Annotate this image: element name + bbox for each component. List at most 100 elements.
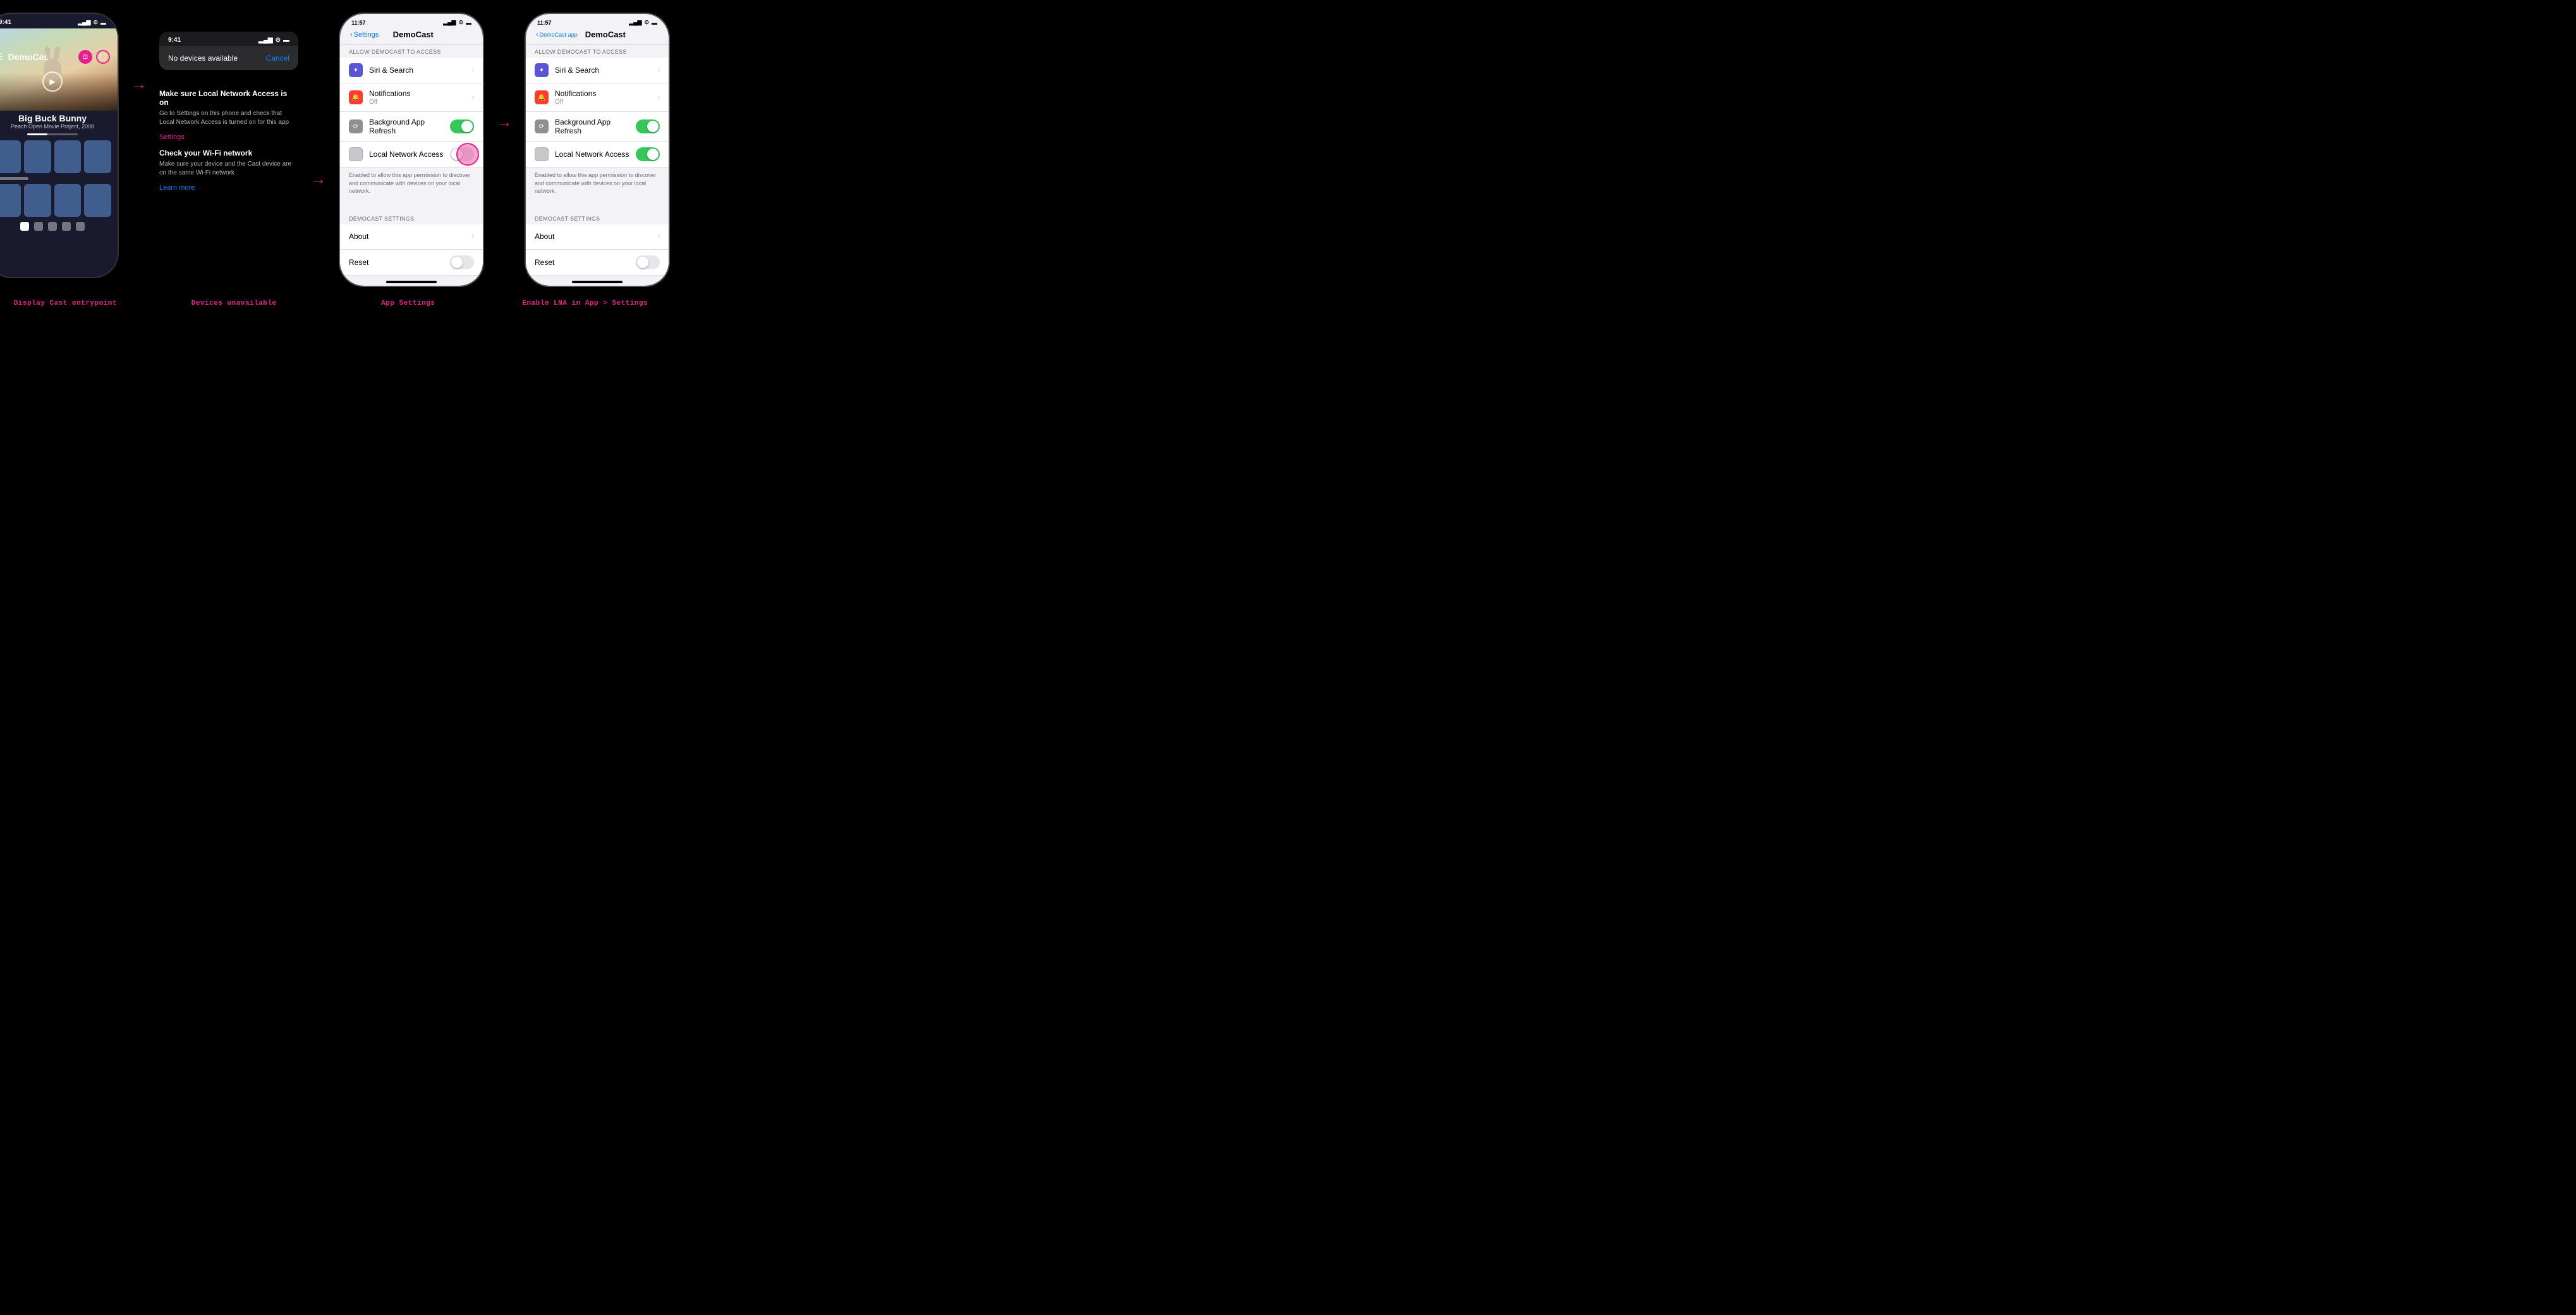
phone4-bgrefresh-text: Background App Refresh — [555, 118, 636, 135]
progress-fill — [27, 133, 47, 135]
phone3-row-siri[interactable]: ✦ Siri & Search › — [340, 58, 483, 83]
settings-link[interactable]: Settings — [159, 133, 185, 141]
phone4-notif-text: Notifications Off — [555, 89, 657, 106]
phone3-bgrefresh-label: Background App Refresh — [369, 118, 450, 135]
arrow-2: → — [311, 13, 326, 188]
phone4-lna-text: Local Network Access — [555, 150, 636, 159]
phone4-lna-toggle[interactable] — [636, 147, 660, 161]
section-bar-1 — [0, 177, 28, 180]
phone3-reset-toggle[interactable] — [450, 255, 474, 269]
dialog-time: 9:41 — [168, 37, 181, 44]
phone3-notif-chevron: › — [471, 94, 474, 101]
phone-4-settings: 11:57 ▂▄▆ ⊙ ▬ ‹ DemoCast app DemoCast AL… — [525, 13, 670, 287]
phone3-bgrefresh-thumb — [461, 121, 473, 132]
phone4-bgrefresh-label: Background App Refresh — [555, 118, 636, 135]
phone4-back-button[interactable]: ‹ DemoCast app — [536, 31, 578, 39]
phone4-siri-label: Siri & Search — [555, 66, 657, 75]
thumb-3[interactable] — [54, 140, 82, 173]
thumb-6[interactable] — [24, 184, 51, 217]
phone3-nav-title: DemoCast — [393, 30, 434, 39]
phone4-reset-toggle[interactable] — [636, 255, 660, 269]
instruction-body-2: Make sure your device and the Cast devic… — [159, 160, 298, 178]
learn-more-link[interactable]: Learn more — [159, 184, 195, 192]
phone3-bgrefresh-icon: ⟳ — [349, 119, 363, 133]
label-phone3: App Settings — [343, 300, 473, 307]
phone1-status-icons: ▂▄▆ ⊙ ▬ — [78, 19, 106, 26]
phone4-home-bar — [572, 281, 623, 283]
phone4-about-text: About — [535, 232, 657, 241]
phone3-row-about[interactable]: About › — [340, 224, 483, 250]
dot-4 — [62, 222, 71, 231]
phone4-reset-label: Reset — [535, 258, 636, 267]
phone3-siri-icon: ✦ — [349, 63, 363, 77]
phone1-hero-image: ▶ — [0, 28, 118, 111]
phone1-wifi: ⊙ — [93, 19, 98, 26]
dialog-wifi: ⊙ — [276, 37, 281, 44]
label-phone1-text: Display Cast entrypoint — [6, 300, 125, 307]
phone3-allow-section-header: ALLOW DEMOCAST TO ACCESS — [340, 45, 483, 58]
phone4-siri-chevron: › — [657, 66, 660, 74]
cancel-button[interactable]: Cancel — [266, 54, 289, 63]
phone4-siri-icon: ✦ — [535, 63, 549, 77]
phone3-battery: ▬ — [466, 20, 471, 26]
phone3-about-text: About — [349, 232, 471, 241]
phone3-bgrefresh-text: Background App Refresh — [369, 118, 450, 135]
thumb-row-1 — [0, 140, 111, 173]
cast-icon[interactable]: ⊡ — [78, 50, 92, 64]
phone3-lna-toggle[interactable] — [450, 147, 474, 161]
phone3-row-reset[interactable]: Reset — [340, 250, 483, 276]
phone3-section-gap — [340, 199, 483, 212]
labels-row: Display Cast entrypoint Devices unavaila… — [6, 300, 650, 307]
hamburger-icon[interactable]: ☰ — [0, 52, 3, 63]
play-button[interactable]: ▶ — [42, 71, 63, 92]
phone4-battery: ▬ — [652, 20, 657, 26]
phone4-nav: ‹ DemoCast app DemoCast — [526, 28, 669, 45]
phone4-back-chevron: ‹ — [536, 31, 538, 39]
phone4-row-about[interactable]: About › — [526, 224, 669, 250]
phone4-row-siri[interactable]: ✦ Siri & Search › — [526, 58, 669, 83]
phone4-row-bgrefresh[interactable]: ⟳ Background App Refresh — [526, 112, 669, 142]
phone4-siri-text: Siri & Search — [555, 66, 657, 75]
thumb-5[interactable] — [0, 184, 21, 217]
thumb-7[interactable] — [54, 184, 82, 217]
phone4-back-label: DemoCast app — [540, 32, 578, 38]
phone3-siri-chevron: › — [471, 66, 474, 74]
dialog-battery: ▬ — [283, 37, 289, 44]
phone1-status-bar: 9:41 ▂▄▆ ⊙ ▬ — [0, 14, 118, 28]
phone3-lna-toggle-wrapper — [450, 147, 474, 161]
phone4-reset-thumb — [637, 257, 648, 268]
phone3-back-button[interactable]: ‹ Settings — [350, 31, 379, 39]
phone-1-democast: 9:41 ▂▄▆ ⊙ ▬ ▶ — [0, 13, 119, 278]
phone3-status-icons: ▂▄▆ ⊙ ▬ — [443, 19, 471, 26]
phone4-signal: ▂▄▆ — [629, 19, 641, 26]
dot-nav — [0, 222, 111, 231]
phone1-content: Big Buck Bunny Peach Open Movie Project,… — [0, 113, 118, 236]
no-devices-dialog: 9:41 ▂▄▆ ⊙ ▬ No devices available Cancel — [159, 32, 298, 70]
phone3-row-bgrefresh[interactable]: ⟳ Background App Refresh — [340, 112, 483, 142]
phone-2-area: 9:41 ▂▄▆ ⊙ ▬ No devices available Cancel… — [159, 13, 298, 199]
arrow-3-icon: → — [497, 114, 512, 132]
no-devices-text: No devices available — [168, 54, 238, 63]
thumb-1[interactable] — [0, 140, 21, 173]
label-phone1: Display Cast entrypoint — [6, 300, 125, 307]
phone3-row-notifications[interactable]: 🔔 Notifications Off › — [340, 83, 483, 112]
avatar-icon[interactable]: ◯ — [96, 50, 110, 64]
dialog-status-bar: 9:41 ▂▄▆ ⊙ ▬ — [159, 32, 298, 46]
thumb-2[interactable] — [24, 140, 51, 173]
dot-3 — [48, 222, 57, 231]
phone4-lna-icon — [535, 147, 549, 161]
phone4-row-notifications[interactable]: 🔔 Notifications Off › — [526, 83, 669, 112]
thumb-4[interactable] — [84, 140, 111, 173]
thumb-8[interactable] — [84, 184, 111, 217]
phone3-row-lna[interactable]: Local Network Access — [340, 142, 483, 168]
phone4-row-lna[interactable]: Local Network Access — [526, 142, 669, 168]
phone4-bgrefresh-toggle[interactable] — [636, 119, 660, 133]
phone3-bgrefresh-toggle[interactable] — [450, 119, 474, 133]
phone4-democast-section-header: DEMOCAST SETTINGS — [526, 212, 669, 224]
arrow-2-icon: → — [311, 171, 326, 188]
phone3-status-bar: 11:57 ▂▄▆ ⊙ ▬ — [340, 14, 483, 28]
phone3-notif-sublabel: Off — [369, 99, 471, 106]
phone4-row-reset[interactable]: Reset — [526, 250, 669, 276]
movie-subtitle: Peach Open Movie Project, 2008 — [0, 123, 111, 130]
phone4-lna-thumb — [647, 149, 659, 160]
